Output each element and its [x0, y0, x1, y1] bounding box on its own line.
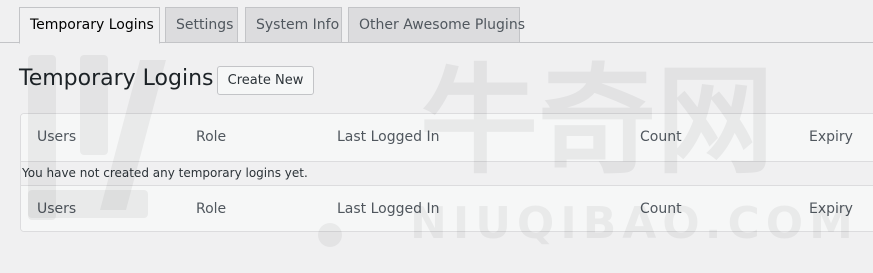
temporary-logins-table: Users Role Last Logged In Count Expiry Y…	[20, 113, 873, 232]
column-header-users: Users	[37, 129, 77, 145]
column-header-role: Role	[196, 129, 227, 145]
tab-other-awesome-plugins[interactable]: Other Awesome Plugins	[348, 7, 525, 43]
column-footer-count: Count	[640, 201, 682, 217]
column-header-count: Count	[640, 129, 682, 145]
tab-settings[interactable]: Settings	[165, 7, 238, 43]
page-title: Temporary Logins	[19, 66, 214, 91]
create-new-button[interactable]: Create New	[217, 66, 314, 95]
table-header: Users Role Last Logged In Count Expiry	[21, 114, 873, 162]
nav-tab-wrapper: Temporary Logins Settings System Info Ot…	[0, 0, 873, 44]
column-header-expiry: Expiry	[809, 129, 853, 145]
tab-system-info[interactable]: System Info	[245, 7, 342, 43]
column-footer-users: Users	[37, 201, 77, 217]
column-footer-expiry: Expiry	[809, 201, 853, 217]
table-footer: Users Role Last Logged In Count Expiry	[21, 185, 873, 231]
column-footer-role: Role	[196, 201, 227, 217]
empty-state-row: You have not created any temporary login…	[21, 162, 873, 185]
empty-state-message: You have not created any temporary login…	[22, 166, 308, 180]
column-header-last-logged-in: Last Logged In	[337, 129, 440, 145]
column-footer-last-logged-in: Last Logged In	[337, 201, 440, 217]
tab-temporary-logins[interactable]: Temporary Logins	[19, 7, 160, 44]
